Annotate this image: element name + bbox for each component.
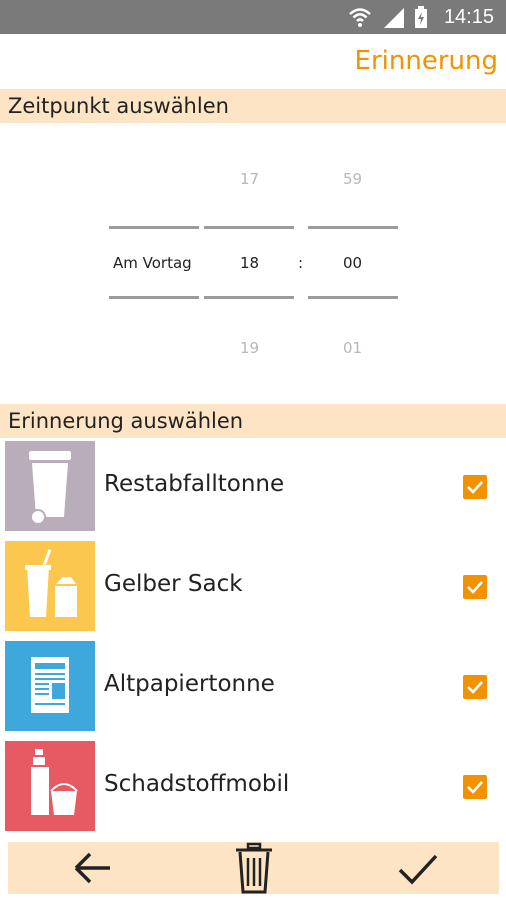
reminder-label: Restabfalltonne <box>104 471 285 497</box>
hour-picker-prev[interactable]: 17 <box>240 170 259 188</box>
trash-bin-icon <box>5 441 95 531</box>
day-picker-bottom-line <box>109 296 199 299</box>
page-title: Erinnerung <box>354 46 498 76</box>
delete-button[interactable] <box>214 842 294 894</box>
wifi-icon <box>349 8 371 27</box>
signal-icon <box>384 8 404 28</box>
back-arrow-icon <box>74 852 110 884</box>
reminder-row-schadstoff[interactable]: Schadstoffmobil <box>0 741 506 833</box>
trash-can-icon <box>236 842 272 894</box>
minute-picker-next[interactable]: 01 <box>343 339 362 357</box>
confirm-button[interactable] <box>378 842 458 894</box>
reminder-checkbox[interactable] <box>463 575 487 599</box>
hour-picker-next[interactable]: 19 <box>240 339 259 357</box>
status-time: 14:15 <box>443 6 494 28</box>
hour-picker-top-line <box>204 226 294 229</box>
bottom-action-bar <box>8 842 499 894</box>
reminder-row-gelber-sack[interactable]: Gelber Sack <box>0 541 506 633</box>
minute-picker-top-line <box>308 226 398 229</box>
time-section-header: Zeitpunkt auswählen <box>0 89 506 123</box>
checkmark-icon <box>398 854 438 885</box>
reminder-label: Gelber Sack <box>104 571 243 597</box>
back-button[interactable] <box>52 842 132 894</box>
hour-picker-bottom-line <box>204 296 294 299</box>
reminder-section-header: Erinnerung auswählen <box>0 404 506 438</box>
reminder-checkbox[interactable] <box>463 675 487 699</box>
spray-paint-icon <box>5 741 95 831</box>
reminder-checkbox[interactable] <box>463 775 487 799</box>
minute-picker-bottom-line <box>308 296 398 299</box>
cup-carton-icon <box>5 541 95 631</box>
reminder-label: Altpapiertonne <box>104 671 275 697</box>
newspaper-icon <box>5 641 95 731</box>
reminder-checkbox[interactable] <box>463 475 487 499</box>
app-bar: Erinnerung <box>0 34 506 94</box>
hour-picker-value[interactable]: 18 <box>240 254 259 272</box>
time-separator: : <box>298 254 304 272</box>
status-bar: 14:15 <box>0 0 506 34</box>
minute-picker-value[interactable]: 00 <box>343 254 362 272</box>
reminder-row-altpapier[interactable]: Altpapiertonne <box>0 641 506 733</box>
day-picker-top-line <box>109 226 199 229</box>
minute-picker-prev[interactable]: 59 <box>343 170 362 188</box>
reminder-label: Schadstoffmobil <box>104 771 290 797</box>
battery-icon <box>415 6 427 28</box>
day-picker-value[interactable]: Am Vortag <box>113 254 192 272</box>
reminder-row-restabfall[interactable]: Restabfalltonne <box>0 441 506 533</box>
